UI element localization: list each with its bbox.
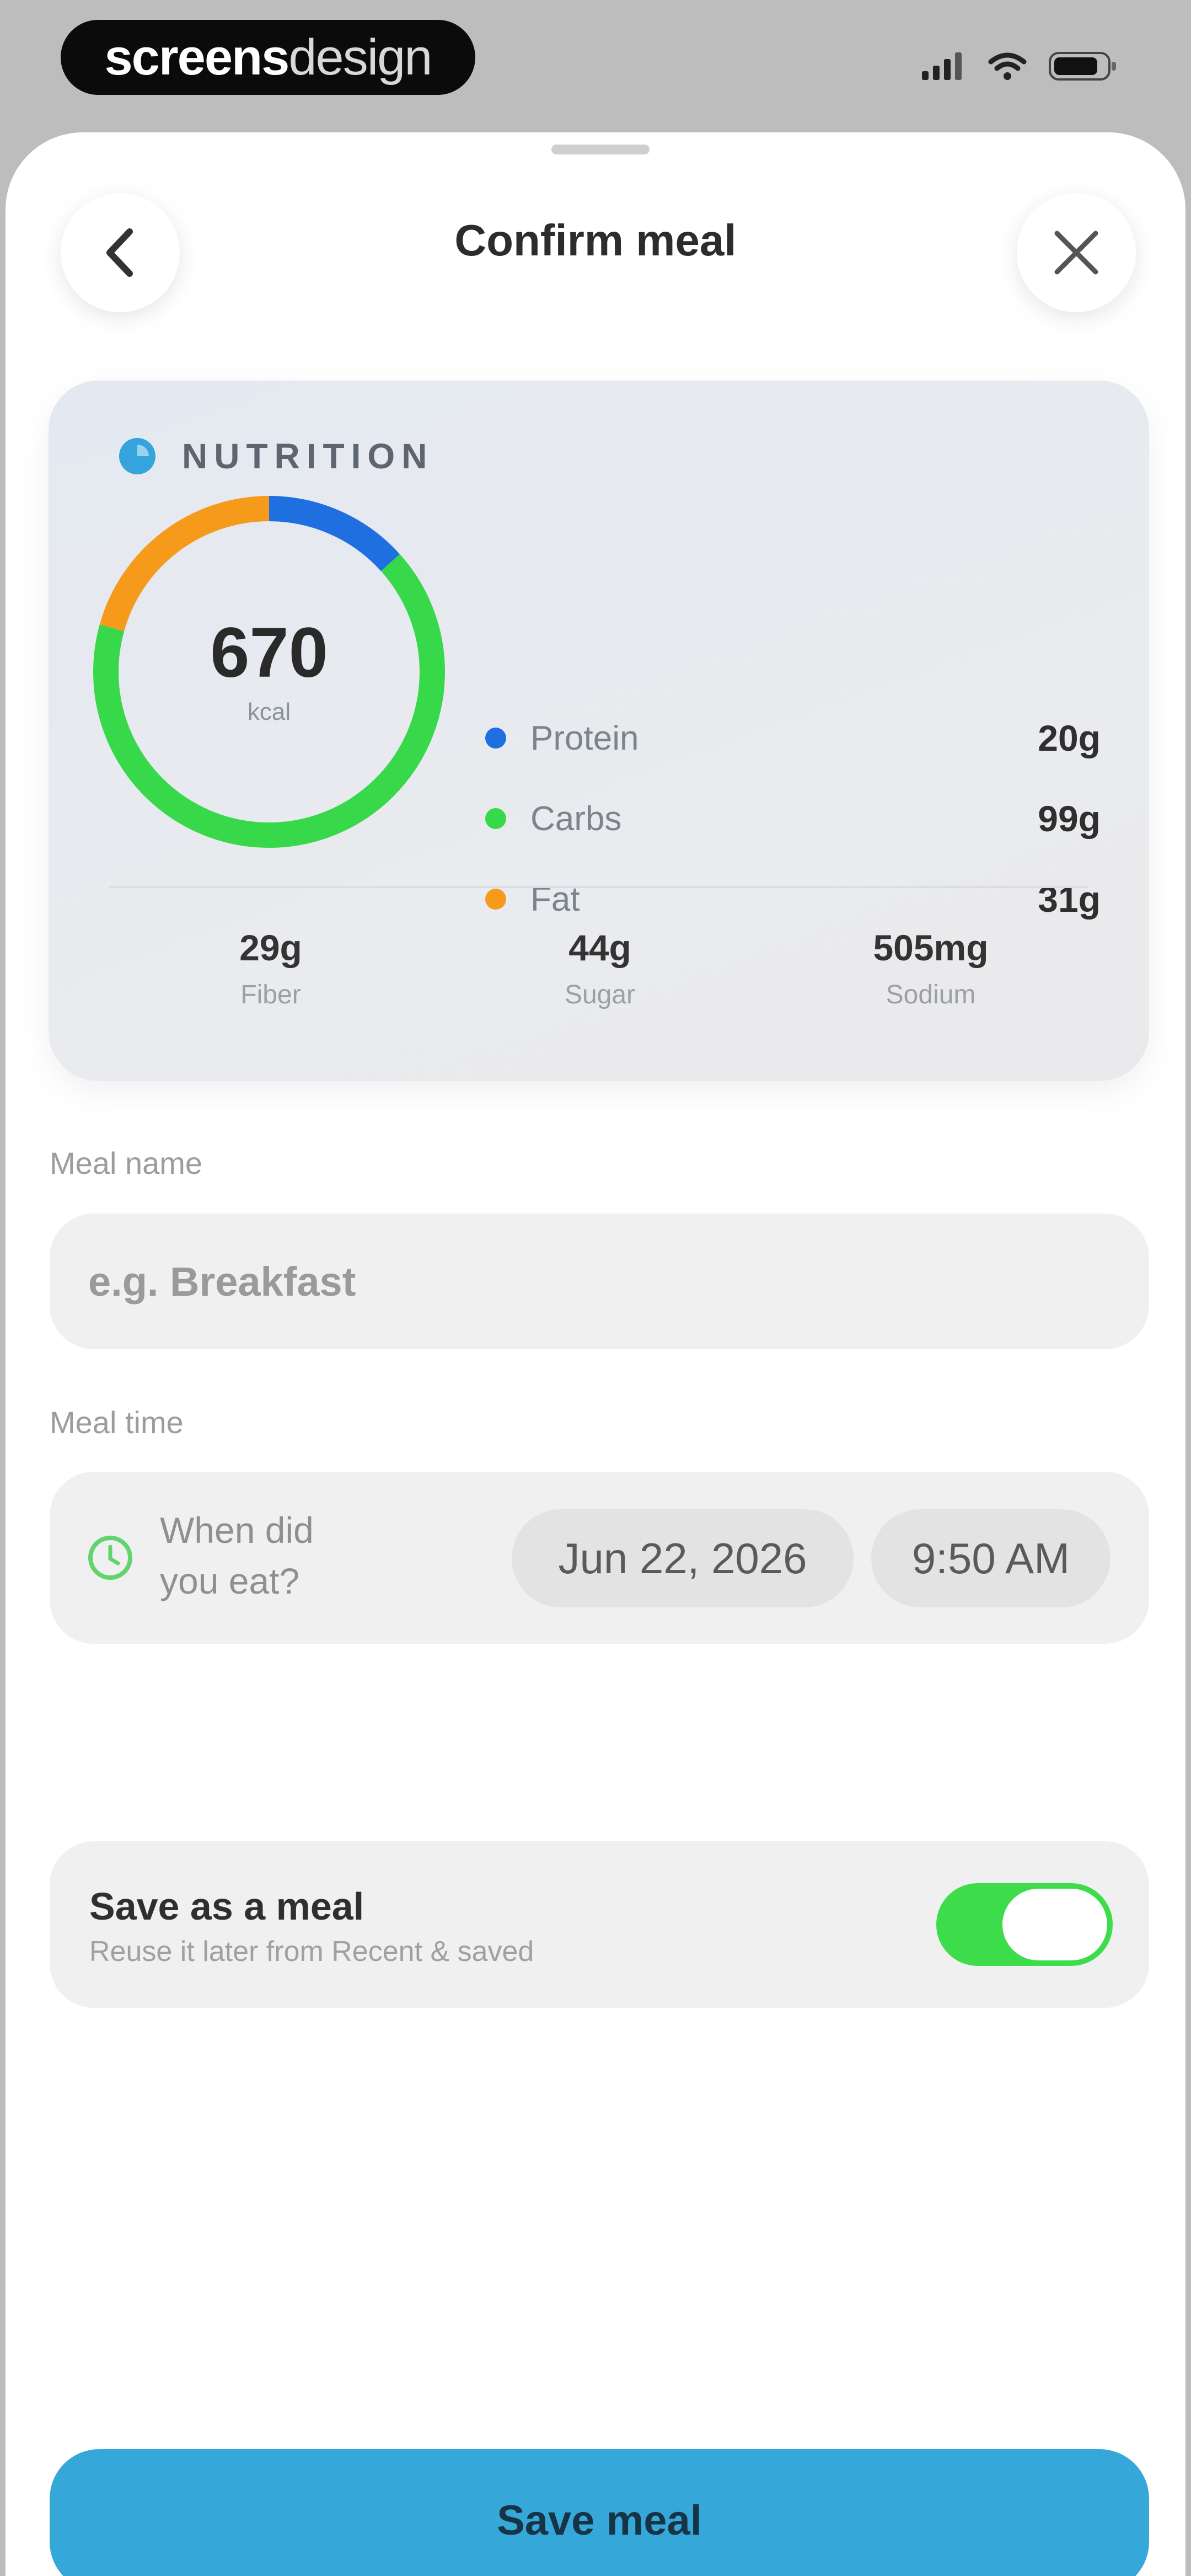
- calorie-unit: kcal: [247, 698, 291, 725]
- save-as-meal-subtitle: Reuse it later from Recent & saved: [89, 1936, 534, 1968]
- close-button[interactable]: [1017, 193, 1136, 312]
- battery-icon: [1049, 52, 1116, 81]
- meal-time-label: Meal time: [50, 1405, 184, 1440]
- micro-value: 505mg: [873, 927, 989, 968]
- calorie-value: 670: [210, 613, 328, 692]
- brand-logo: screensdesign: [61, 20, 475, 95]
- meal-time-prompt: When did you eat?: [160, 1510, 314, 1601]
- nutrition-label: NUTRITION: [182, 436, 434, 476]
- micro-label: Sodium: [886, 980, 976, 1009]
- meal-name-label: Meal name: [50, 1146, 203, 1180]
- page-title: Confirm meal: [454, 216, 737, 265]
- protein-dot: [485, 728, 506, 749]
- close-icon: [1054, 231, 1098, 275]
- status-bar: screensdesign: [0, 0, 1191, 132]
- brand-text-light: design: [288, 29, 432, 85]
- macro-name: Carbs: [530, 799, 622, 838]
- save-as-meal-toggle[interactable]: [936, 1883, 1113, 1966]
- meal-time-card: When did you eat? Jun 22, 2026 9:50 AM: [50, 1472, 1149, 1644]
- macro-value: 99g: [1038, 798, 1101, 839]
- macro-row-fat: Fat 31g: [485, 872, 1101, 927]
- time-picker-button[interactable]: 9:50 AM: [871, 1509, 1110, 1607]
- save-meal-button[interactable]: Save meal: [50, 2449, 1149, 2576]
- save-as-meal-card: Save as a meal Reuse it later from Recen…: [50, 1841, 1149, 2008]
- micro-value: 44g: [568, 927, 631, 968]
- wifi-icon: [988, 52, 1027, 80]
- macro-value: 20g: [1038, 718, 1101, 758]
- meal-name-input[interactable]: [50, 1214, 1149, 1349]
- toggle-knob: [1002, 1889, 1107, 1960]
- micro-sugar: 44g Sugar: [462, 927, 738, 1010]
- micro-label: Sugar: [564, 980, 636, 1009]
- macro-name: Protein: [530, 719, 639, 757]
- micro-sodium: 505mg Sodium: [793, 927, 1069, 1010]
- macro-value: 31g: [1038, 879, 1101, 920]
- date-picker-button[interactable]: Jun 22, 2026: [512, 1509, 854, 1607]
- macro-row-carbs: Carbs 99g: [485, 791, 1101, 846]
- nutrition-header: NUTRITION: [118, 436, 433, 477]
- calorie-summary: 670 kcal: [87, 490, 451, 854]
- brand-text: screensdesign: [104, 29, 433, 87]
- macro-row-protein: Protein 20g: [485, 710, 1101, 766]
- nutrition-icon: [119, 438, 155, 474]
- clock-icon: [88, 1536, 132, 1580]
- nutrition-card: NUTRITION 670 kcal Protein 20g Carbs 99g…: [49, 381, 1149, 1081]
- status-icons: [922, 51, 1119, 82]
- brand-text-bold: screens: [104, 29, 290, 85]
- confirm-meal-sheet: Confirm meal NUTRITION 670 kcal Protein …: [6, 132, 1185, 2576]
- save-as-meal-title: Save as a meal: [89, 1885, 364, 1928]
- micro-value: 29g: [239, 927, 302, 968]
- micro-label: Fiber: [240, 980, 301, 1009]
- fat-dot: [485, 889, 506, 910]
- carbs-dot: [485, 808, 506, 829]
- cellular-signal-icon: [922, 52, 962, 80]
- sheet-grabber[interactable]: [551, 145, 650, 154]
- micro-fiber: 29g Fiber: [133, 927, 409, 1010]
- card-divider: [109, 886, 1088, 888]
